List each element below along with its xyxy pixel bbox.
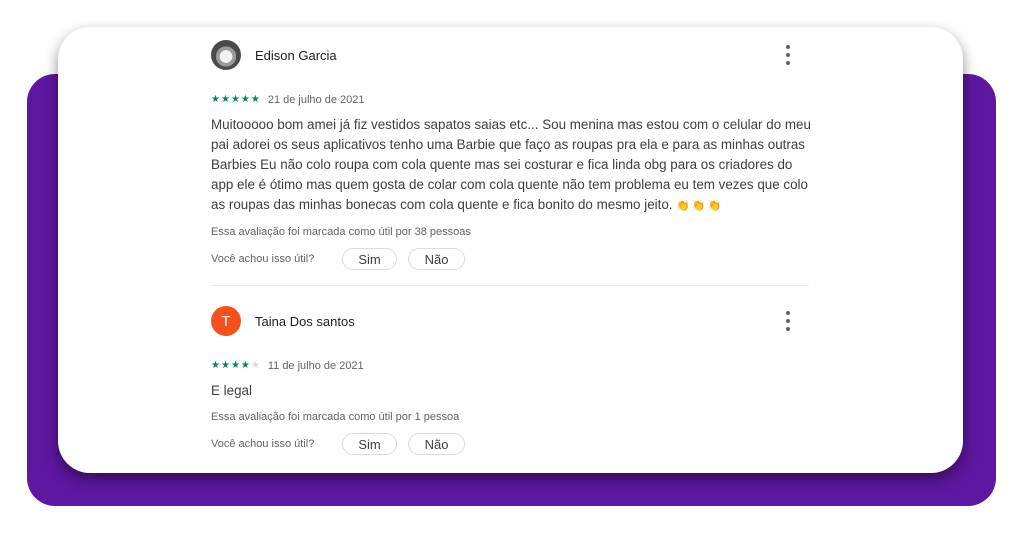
review-text-content: E legal <box>211 383 252 398</box>
more-options-icon[interactable] <box>783 311 793 331</box>
reviews-card: Edison Garcia ★ ★ ★ ★ ★ 21 de julho de 2… <box>58 27 963 473</box>
yes-button[interactable]: Sim <box>342 248 397 270</box>
helpful-row: Você achou isso útil? Sim Não <box>211 433 811 455</box>
star-icon: ★ <box>211 94 220 105</box>
review-meta: ★ ★ ★ ★ ★ 11 de julho de 2021 <box>211 359 811 373</box>
yes-button[interactable]: Sim <box>342 433 397 455</box>
review-text-content: Muitooooo bom amei já fiz vestidos sapat… <box>211 117 811 212</box>
review-header: Edison Garcia <box>211 39 811 71</box>
star-icon: ★ <box>230 94 240 105</box>
avatar: T <box>211 306 241 336</box>
star-icon: ★ <box>230 360 240 371</box>
star-icon: ★ <box>250 94 260 105</box>
review-header: T Taina Dos santos <box>211 305 811 337</box>
helpful-count: Essa avaliação foi marcada como útil por… <box>211 411 460 423</box>
star-icon: ★ <box>240 360 250 371</box>
divider <box>211 285 809 286</box>
author-name: Edison Garcia <box>255 47 337 63</box>
review-text: E legal <box>211 381 811 401</box>
star-rating: ★ ★ ★ ★ ★ <box>211 361 260 371</box>
clapping-emoji: 👏👏👏 <box>676 200 724 212</box>
review-meta: ★ ★ ★ ★ ★ 21 de julho de 2021 <box>211 93 811 107</box>
no-button[interactable]: Não <box>408 433 465 455</box>
star-icon: ★ <box>211 360 220 371</box>
helpful-question: Você achou isso útil? <box>211 438 315 450</box>
star-icon: ★ <box>220 360 230 371</box>
star-rating: ★ ★ ★ ★ ★ <box>211 95 260 105</box>
more-options-icon[interactable] <box>783 45 793 65</box>
helpful-row: Você achou isso útil? Sim Não <box>211 248 811 270</box>
review-item: T Taina Dos santos ★ ★ ★ ★ ★ 11 de julho… <box>211 305 811 455</box>
star-icon: ★ <box>240 94 250 105</box>
star-empty-icon: ★ <box>250 360 260 371</box>
review-item: Edison Garcia ★ ★ ★ ★ ★ 21 de julho de 2… <box>211 39 811 270</box>
author-name: Taina Dos santos <box>255 313 355 329</box>
star-icon: ★ <box>220 94 230 105</box>
helpful-question: Você achou isso útil? <box>211 253 315 265</box>
helpful-count: Essa avaliação foi marcada como útil por… <box>211 226 471 238</box>
review-date: 21 de julho de 2021 <box>267 94 365 106</box>
no-button[interactable]: Não <box>408 248 465 270</box>
review-text: Muitooooo bom amei já fiz vestidos sapat… <box>211 115 811 216</box>
avatar <box>211 40 241 70</box>
review-date: 11 de julho de 2021 <box>267 360 364 372</box>
avatar-letter: T <box>221 312 231 330</box>
